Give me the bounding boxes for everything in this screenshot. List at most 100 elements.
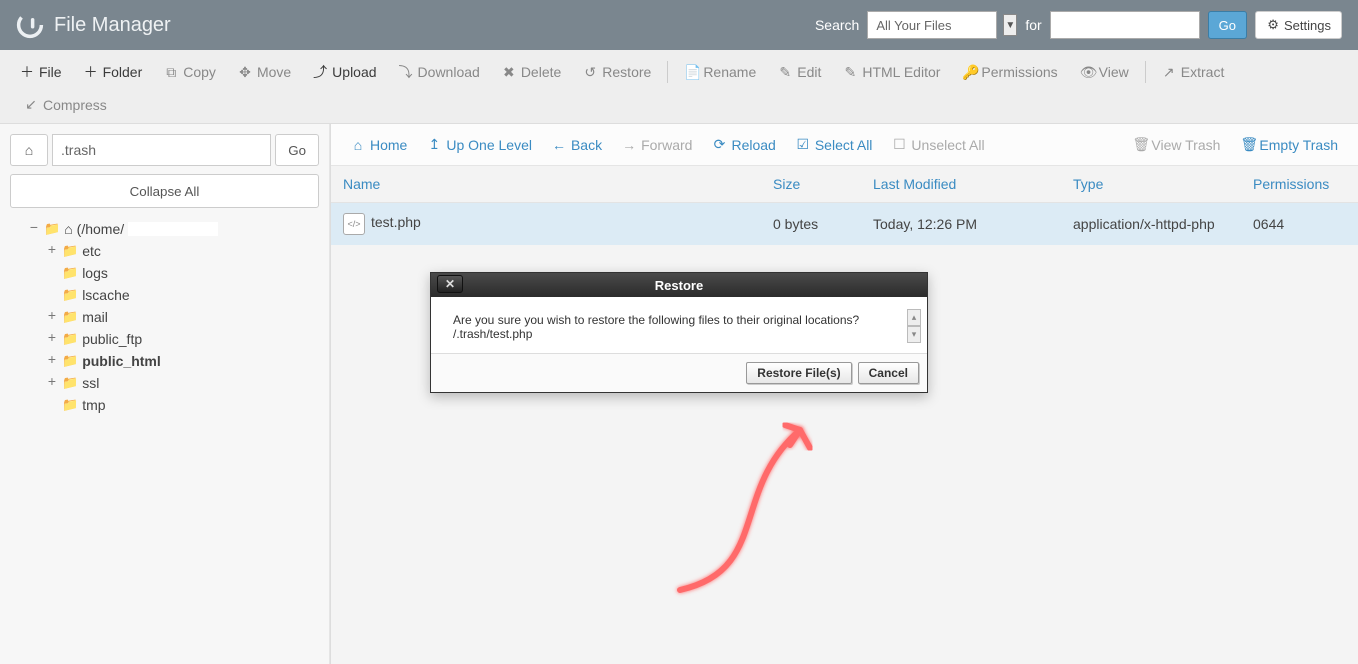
dialog-title-bar: ✕ Restore <box>431 273 927 297</box>
expand-icon[interactable]: + <box>46 375 58 391</box>
move-icon: ✥ <box>238 64 252 81</box>
dialog-close-button[interactable]: ✕ <box>437 275 463 293</box>
nav-up-button[interactable]: ↥Up One Level <box>419 132 540 157</box>
html-icon: ✎ <box>843 64 857 81</box>
restore-button[interactable]: ↺Restore <box>573 58 661 87</box>
tree-item-label: lscache <box>82 287 129 303</box>
tree-item[interactable]: 📁lscache <box>46 284 319 306</box>
app-logo: File Manager <box>16 11 171 39</box>
home-icon: ⌂ <box>351 137 365 153</box>
home-icon: ⌂ <box>25 142 33 158</box>
restore-icon: ↺ <box>583 64 597 81</box>
tree-item[interactable]: 📁tmp <box>46 394 319 416</box>
folder-icon: 📁 <box>62 243 78 259</box>
select-all-button[interactable]: ☑Select All <box>788 132 881 157</box>
dialog-actions: Restore File(s) Cancel <box>431 353 927 392</box>
folder-icon: 📁 <box>62 375 78 391</box>
tree-item-label: public_html <box>82 353 161 369</box>
new-file-button[interactable]: ＋File <box>10 56 72 88</box>
edit-button[interactable]: ✎Edit <box>768 58 831 87</box>
nav-forward-button[interactable]: →Forward <box>614 133 700 157</box>
reload-button[interactable]: ⟳Reload <box>704 132 783 157</box>
empty-trash-button[interactable]: 🗑Empty Trash <box>1232 132 1346 157</box>
tree-item[interactable]: 📁logs <box>46 262 319 284</box>
for-label: for <box>1025 17 1041 33</box>
tree-item[interactable]: +📁ssl <box>46 372 319 394</box>
upload-button[interactable]: ⤴Upload <box>303 56 386 88</box>
tree-item[interactable]: +📁public_html <box>46 350 319 372</box>
search-area: Search All Your Files ▼ for Go ⚙ Setting… <box>815 11 1342 39</box>
search-go-button[interactable]: Go <box>1208 11 1247 39</box>
col-size-header[interactable]: Size <box>761 166 861 202</box>
app-title: File Manager <box>54 14 171 37</box>
file-permissions: 0644 <box>1241 206 1358 242</box>
settings-label: Settings <box>1284 18 1331 33</box>
scrollbar[interactable]: ▴ ▾ <box>907 309 921 343</box>
expand-icon[interactable]: + <box>46 309 58 325</box>
compress-button[interactable]: ↙Compress <box>14 90 117 119</box>
tree-item[interactable]: +📁etc <box>46 240 319 262</box>
cancel-button[interactable]: Cancel <box>858 362 919 384</box>
tree-item[interactable]: +📁public_ftp <box>46 328 319 350</box>
home-path-button[interactable]: ⌂ <box>10 134 48 166</box>
rename-button[interactable]: 📄Rename <box>674 58 766 87</box>
dialog-title: Restore <box>655 278 703 293</box>
path-go-button[interactable]: Go <box>275 134 319 166</box>
file-table: Name Size Last Modified Type Permissions… <box>331 166 1358 245</box>
file-type: application/x-httpd-php <box>1061 206 1241 242</box>
plus-icon: ＋ <box>20 62 34 82</box>
unselect-all-button[interactable]: ☐Unselect All <box>884 132 992 157</box>
rename-icon: 📄 <box>684 64 698 81</box>
folder-icon: 📁 <box>62 397 78 413</box>
extract-button[interactable]: ↗Extract <box>1152 58 1235 87</box>
tree-item-label: etc <box>82 243 101 259</box>
expand-icon[interactable]: + <box>46 243 58 259</box>
search-scope-select[interactable]: All Your Files <box>867 11 997 39</box>
move-button[interactable]: ✥Move <box>228 58 301 87</box>
folder-icon: 📁 <box>62 331 78 347</box>
collapse-all-button[interactable]: Collapse All <box>10 174 319 208</box>
col-type-header[interactable]: Type <box>1061 166 1241 202</box>
file-icon: </> <box>343 213 365 235</box>
folder-icon: 📁 <box>62 309 78 325</box>
file-modified: Today, 12:26 PM <box>861 206 1061 242</box>
top-bar: File Manager Search All Your Files ▼ for… <box>0 0 1358 50</box>
download-button[interactable]: ⤵Download <box>389 56 490 88</box>
col-name-header[interactable]: Name <box>331 166 761 202</box>
tree-root[interactable]: − 📁 ⌂ (/home/ <box>28 218 319 240</box>
folder-icon: 📁 <box>62 265 78 281</box>
restore-dialog: ✕ Restore Are you sure you wish to resto… <box>430 272 928 393</box>
col-permissions-header[interactable]: Permissions <box>1241 166 1358 202</box>
table-header: Name Size Last Modified Type Permissions <box>331 166 1358 203</box>
nav-home-button[interactable]: ⌂Home <box>343 133 415 157</box>
chevron-down-icon[interactable]: ▼ <box>1003 14 1017 36</box>
scroll-down-icon[interactable]: ▾ <box>907 326 921 343</box>
view-button[interactable]: 👁View <box>1070 58 1139 87</box>
search-input[interactable] <box>1050 11 1200 39</box>
file-name: test.php <box>371 214 421 230</box>
restore-files-button[interactable]: Restore File(s) <box>746 362 851 384</box>
extract-icon: ↗ <box>1162 64 1176 81</box>
content-toolbar: ⌂Home ↥Up One Level ←Back →Forward ⟳Relo… <box>331 124 1358 166</box>
upload-icon: ⤴ <box>313 62 327 82</box>
compress-icon: ↙ <box>24 96 38 113</box>
permissions-button[interactable]: 🔑Permissions <box>952 58 1067 87</box>
html-editor-button[interactable]: ✎HTML Editor <box>833 58 950 87</box>
main-toolbar: ＋File ＋Folder ⧉Copy ✥Move ⤴Upload ⤵Downl… <box>0 50 1358 124</box>
view-trash-button[interactable]: 🗑View Trash <box>1124 132 1228 157</box>
col-modified-header[interactable]: Last Modified <box>861 166 1061 202</box>
new-folder-button[interactable]: ＋Folder <box>74 56 153 88</box>
collapse-icon[interactable]: − <box>28 221 40 237</box>
tree-item[interactable]: +📁mail <box>46 306 319 328</box>
uncheck-icon: ☐ <box>892 136 906 153</box>
settings-button[interactable]: ⚙ Settings <box>1255 11 1342 39</box>
nav-back-button[interactable]: ←Back <box>544 133 610 157</box>
path-input[interactable] <box>52 134 271 166</box>
redacted-area <box>128 222 218 236</box>
scroll-up-icon[interactable]: ▴ <box>907 309 921 326</box>
expand-icon[interactable]: + <box>46 331 58 347</box>
copy-button[interactable]: ⧉Copy <box>154 58 226 87</box>
expand-icon[interactable]: + <box>46 353 58 369</box>
delete-button[interactable]: ✖Delete <box>492 58 571 87</box>
table-row[interactable]: </>test.php0 bytesToday, 12:26 PMapplica… <box>331 203 1358 245</box>
